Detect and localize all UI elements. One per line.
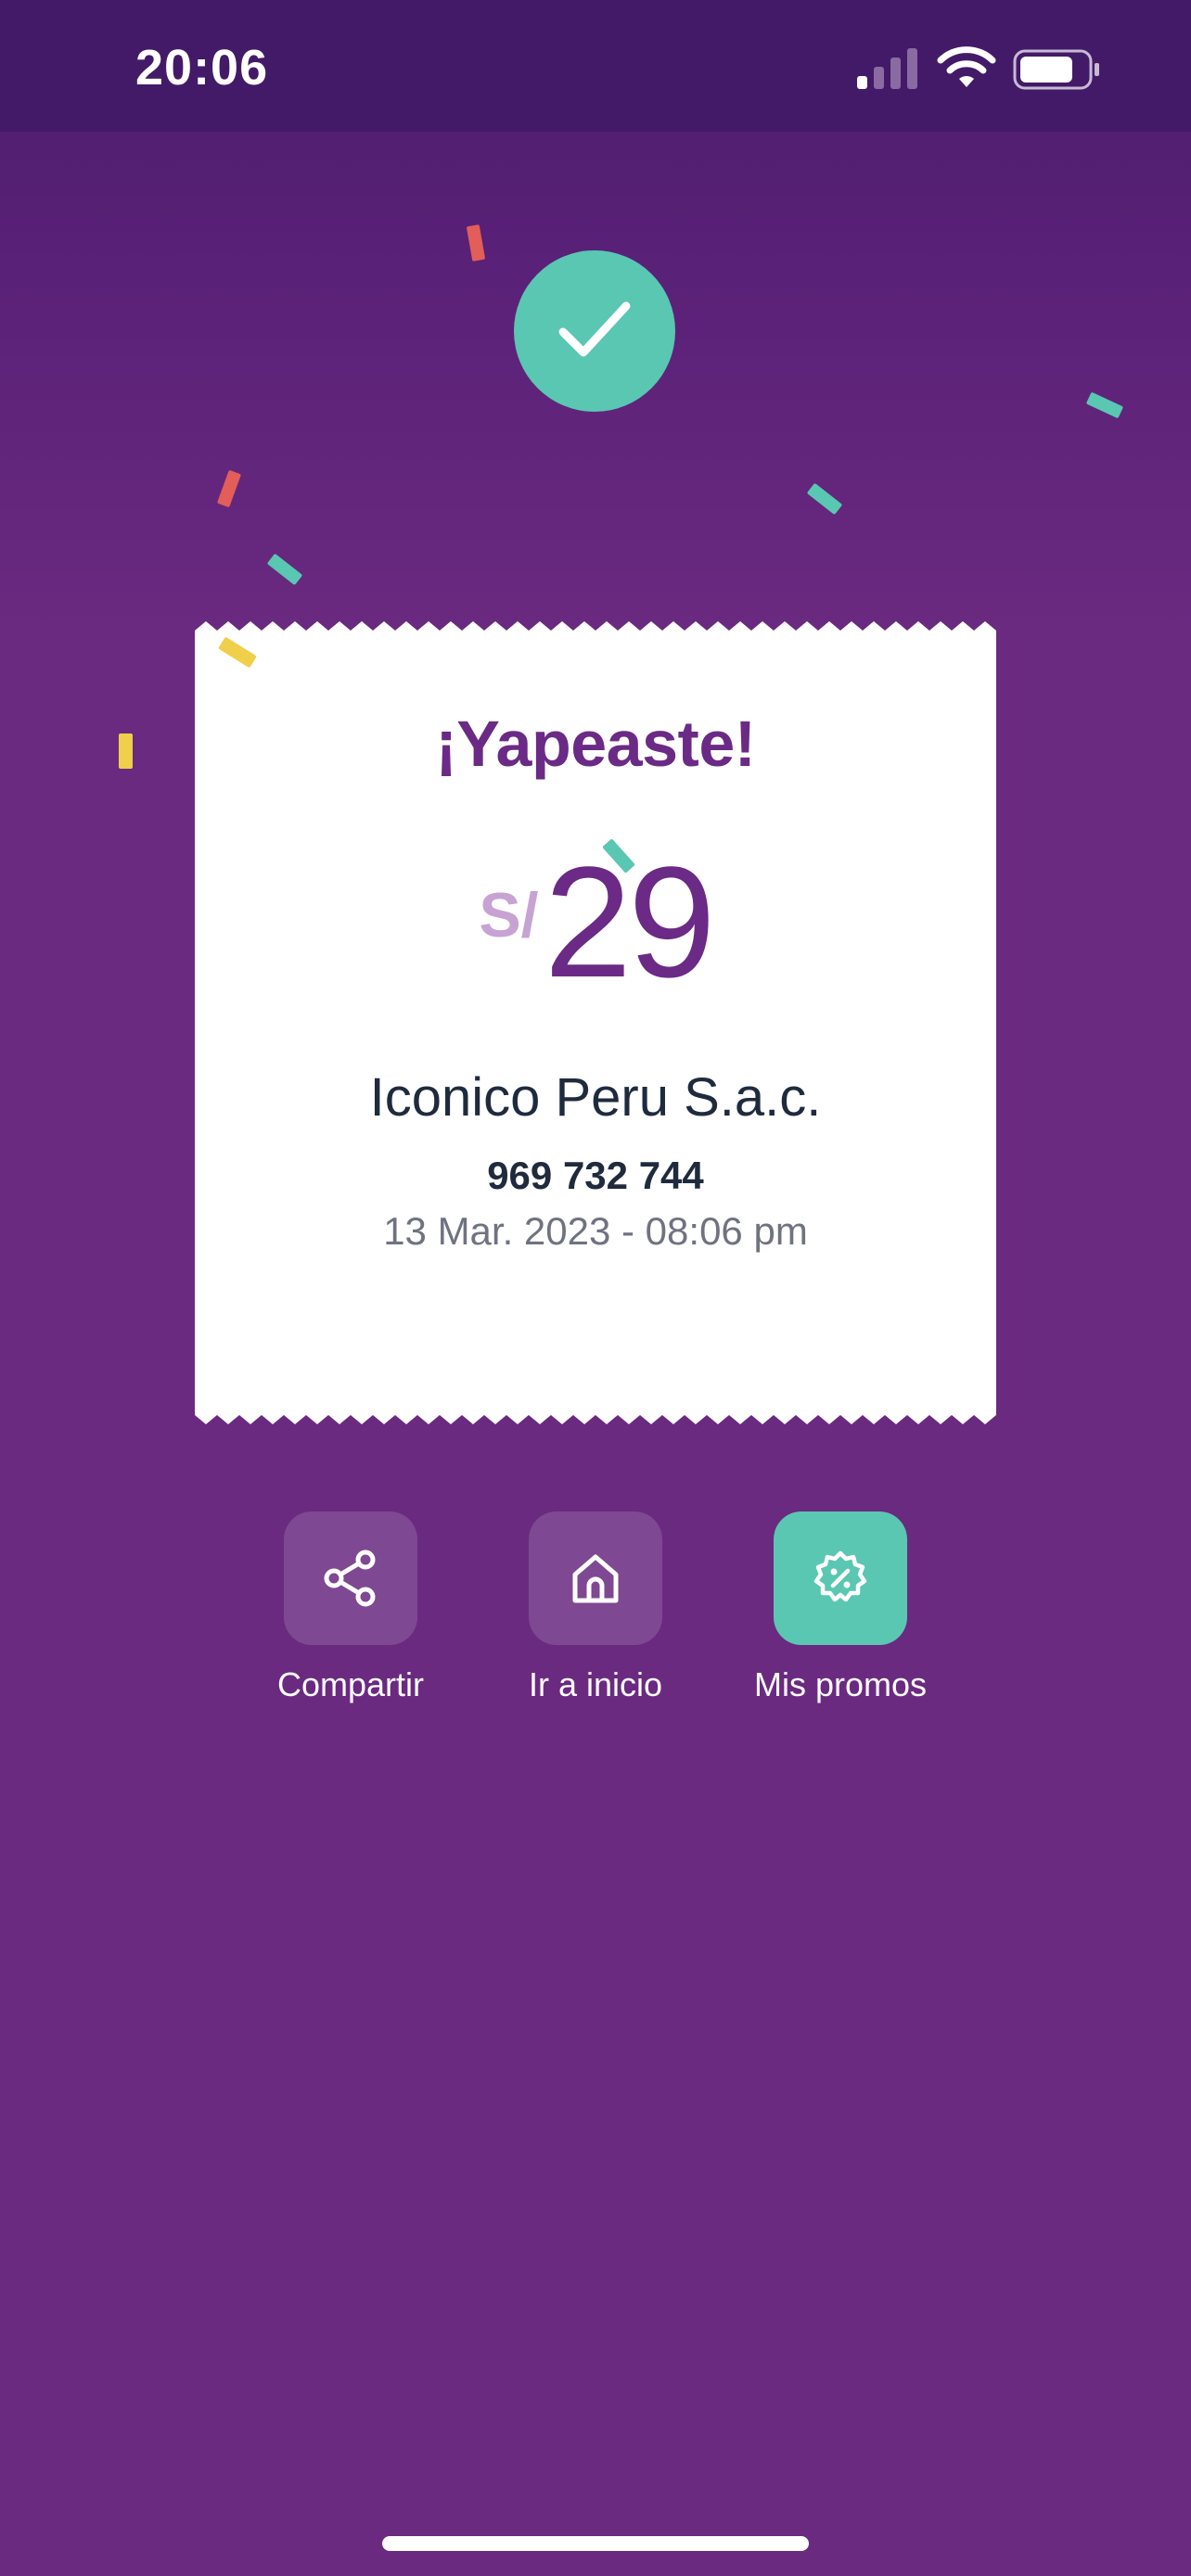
promos-label: Mis promos [753,1665,928,1703]
cellular-signal-icon [857,48,917,89]
receipt-title: ¡Yapeaste! [435,708,756,780]
transaction-date: 13 Mar. 2023 - 08:06 pm [383,1209,808,1253]
home-label: Ir a inicio [528,1665,663,1703]
merchant-name: Iconico Peru S.a.c. [369,1067,822,1128]
amount: S/29 [195,835,996,1011]
wifi-icon [937,46,996,87]
promo-badge-icon [813,1550,867,1602]
action-row: Compartir Ir a inicio Mis promos [0,1511,1191,1715]
success-check-badge [514,250,675,412]
battery-icon [1013,49,1099,90]
home-icon [572,1554,619,1603]
confetti-piece [1085,391,1124,419]
confetti-piece [806,482,843,516]
receipt-card: ¡Yapeaste! S/29 Iconico Peru S.a.c. 969 … [195,621,996,1424]
home-indicator[interactable] [382,2536,809,2551]
share-label: Compartir [276,1665,425,1703]
share-icon [324,1549,376,1607]
share-action[interactable]: Compartir [239,1511,462,1715]
status-bar: 20:06 [0,0,1191,132]
checkmark-icon [558,301,631,357]
promos-action[interactable]: Mis promos [729,1511,952,1715]
share-button[interactable] [284,1511,417,1645]
merchant-phone: 969 732 744 [487,1154,704,1197]
confetti-piece [119,733,133,769]
home-action[interactable]: Ir a inicio [484,1511,707,1715]
home-button[interactable] [529,1511,662,1645]
confetti-piece [266,553,303,586]
promos-button[interactable] [774,1511,907,1645]
amount-currency: S/ [479,880,539,950]
confetti-piece [466,224,486,261]
amount-value: 29 [544,835,716,1011]
status-time: 20:06 [135,40,269,96]
confetti-piece [216,469,242,508]
